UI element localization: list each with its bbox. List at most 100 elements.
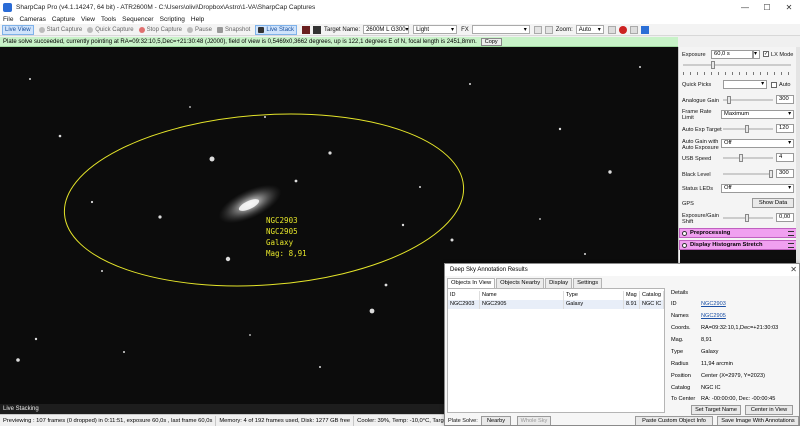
menu-icon[interactable]	[788, 231, 794, 236]
row-name: NGC2905	[480, 300, 564, 309]
menu-view[interactable]: View	[81, 16, 95, 23]
auto-exp-target-slider[interactable]	[723, 125, 773, 133]
usb-speed-label: USB Speed	[682, 156, 712, 162]
menu-tools[interactable]: Tools	[101, 16, 116, 23]
detail-catalog-label: Catalog	[671, 385, 691, 391]
tab-display[interactable]: Display	[545, 278, 573, 288]
detail-names-link[interactable]: NGC2905	[701, 313, 799, 319]
quick-picks-select[interactable]: ▾	[723, 80, 767, 89]
frame-rate-select[interactable]: Maximum ▾	[721, 110, 794, 119]
objects-list[interactable]: ID Name Type Mag Catalog NGC2903 NGC2905…	[447, 288, 665, 413]
help-icon[interactable]	[640, 25, 649, 34]
annotation-type: Galaxy	[266, 238, 294, 247]
status-previewing: Previewing : 107 frames (0 dropped) in 0…	[0, 415, 217, 426]
sharpcap-window: SharpCap Pro (v4.1.14247, 64 bit) - ATR2…	[0, 0, 800, 426]
live-view-button[interactable]: Live View	[2, 24, 34, 35]
histogram-stretch-section[interactable]: Display Histogram Stretch	[679, 240, 797, 250]
chevron-down-icon: ▾	[788, 185, 791, 191]
tab-objects-nearby[interactable]: Objects Nearby	[496, 278, 545, 288]
minimize-icon[interactable]: —	[734, 0, 756, 14]
maximize-icon[interactable]: ☐	[756, 0, 778, 14]
menu-cameras[interactable]: Cameras	[19, 16, 45, 23]
snapshot-button[interactable]: Snapshot	[217, 26, 251, 33]
histogram-icon[interactable]	[607, 25, 616, 34]
auto-exp-target-input[interactable]: 120	[776, 124, 794, 133]
column-name[interactable]: Name	[480, 291, 564, 300]
lx-mode-checkbox[interactable]: ✓	[763, 51, 769, 57]
usb-speed-slider[interactable]	[723, 154, 773, 162]
row-catalog: NGC IC	[640, 300, 664, 309]
tab-objects-in-view[interactable]: Objects In View	[447, 278, 496, 288]
auto-gain-label: Auto Gain with Auto Exposure	[682, 139, 719, 151]
target-name-select[interactable]: 2600M L G300 ▾	[363, 25, 410, 34]
dialog-title-bar: Deep Sky Annotation Results ✕	[445, 264, 799, 276]
black-level-slider[interactable]	[723, 170, 773, 178]
start-capture-button[interactable]: Start Capture	[38, 26, 82, 33]
exposure-gain-shift-slider[interactable]	[723, 214, 773, 222]
whole-sky-button[interactable]: Whole Sky	[517, 416, 551, 425]
auto-gain-value: Off	[724, 140, 732, 146]
column-mag[interactable]: Mag	[624, 291, 640, 300]
menu-file[interactable]: File	[3, 16, 13, 23]
title-bar: SharpCap Pro (v4.1.14247, 64 bit) - ATR2…	[0, 0, 800, 14]
exposure-gain-shift-label: Exposure/Gain Shift	[682, 213, 720, 225]
stop-capture-label: Stop Capture	[146, 26, 182, 33]
exposure-gain-shift-input[interactable]: 0,00	[776, 213, 794, 222]
zoom-fit-icon[interactable]	[533, 25, 542, 34]
save-image-button[interactable]: Save Image With Annotations	[717, 416, 799, 425]
histogram-display[interactable]	[680, 250, 796, 264]
detail-to-center-label: To Center	[671, 396, 696, 402]
usb-speed-input[interactable]: 4	[776, 153, 794, 162]
menu-icon[interactable]	[788, 243, 794, 248]
paste-custom-object-button[interactable]: Paste Custom Object Info	[635, 416, 713, 425]
close-icon[interactable]: ✕	[778, 0, 800, 14]
pause-button[interactable]: Pause	[186, 26, 212, 33]
table-row[interactable]: NGC2903 NGC2905 Galaxy 8.91 NGC IC	[448, 300, 664, 309]
auto-exposure-checkbox[interactable]	[771, 82, 777, 88]
detail-id-link[interactable]: NGC2903	[701, 301, 799, 307]
toolbar: Live View Start Capture Quick Capture St…	[0, 24, 800, 36]
reticule-icon[interactable]	[313, 25, 322, 34]
live-stack-button[interactable]: Live Stack	[255, 24, 298, 35]
nearby-button[interactable]: Nearby	[481, 416, 511, 425]
preprocessing-section[interactable]: Preprocessing	[679, 228, 797, 238]
exposure-dropdown[interactable]: ▾	[753, 50, 760, 59]
exposure-slider[interactable]	[683, 61, 791, 69]
exposure-input[interactable]: 60,0 s	[711, 50, 753, 59]
frame-type-select[interactable]: Light ▾	[413, 25, 458, 34]
display-mode-icon[interactable]	[302, 25, 311, 34]
annotation-name: NGC2905	[266, 227, 298, 236]
analogue-gain-slider[interactable]	[723, 96, 773, 104]
menu-scripting[interactable]: Scripting	[160, 16, 185, 23]
column-type[interactable]: Type	[564, 291, 624, 300]
zoom-in-icon[interactable]	[544, 25, 553, 34]
collapse-icon	[682, 243, 687, 248]
gps-label: GPS	[682, 201, 694, 207]
detail-id-label: ID	[671, 301, 677, 307]
fx-select[interactable]: ▾	[471, 25, 530, 34]
detail-mag-value: 8,91	[701, 337, 712, 343]
column-id[interactable]: ID	[448, 291, 480, 300]
black-level-input[interactable]: 300	[776, 169, 794, 178]
quick-picks-label: Quick Picks	[682, 82, 712, 88]
quick-capture-button[interactable]: Quick Capture	[87, 26, 134, 33]
analogue-gain-input[interactable]: 300	[776, 95, 794, 104]
menu-sequencer[interactable]: Sequencer	[122, 16, 153, 23]
status-leds-select[interactable]: Off ▾	[721, 184, 794, 193]
stop-capture-button[interactable]: Stop Capture	[138, 26, 182, 33]
show-data-button[interactable]: Show Data	[752, 198, 794, 208]
copy-button[interactable]: Copy	[480, 37, 502, 46]
menu-help[interactable]: Help	[191, 16, 204, 23]
snapshot-label: Snapshot	[225, 26, 251, 33]
record-icon[interactable]	[618, 25, 627, 34]
target-name-value: 2600M L G300	[366, 26, 406, 33]
close-icon[interactable]: ✕	[790, 265, 797, 274]
start-capture-icon	[38, 26, 45, 33]
auto-gain-select[interactable]: Off ▾	[721, 139, 794, 148]
zoom-select[interactable]: Auto ▾	[575, 25, 604, 34]
column-catalog[interactable]: Catalog	[640, 291, 664, 300]
chevron-down-icon: ▾	[761, 81, 764, 87]
menu-capture[interactable]: Capture	[52, 16, 75, 23]
settings-icon[interactable]	[629, 25, 638, 34]
tab-settings[interactable]: Settings	[573, 278, 603, 288]
